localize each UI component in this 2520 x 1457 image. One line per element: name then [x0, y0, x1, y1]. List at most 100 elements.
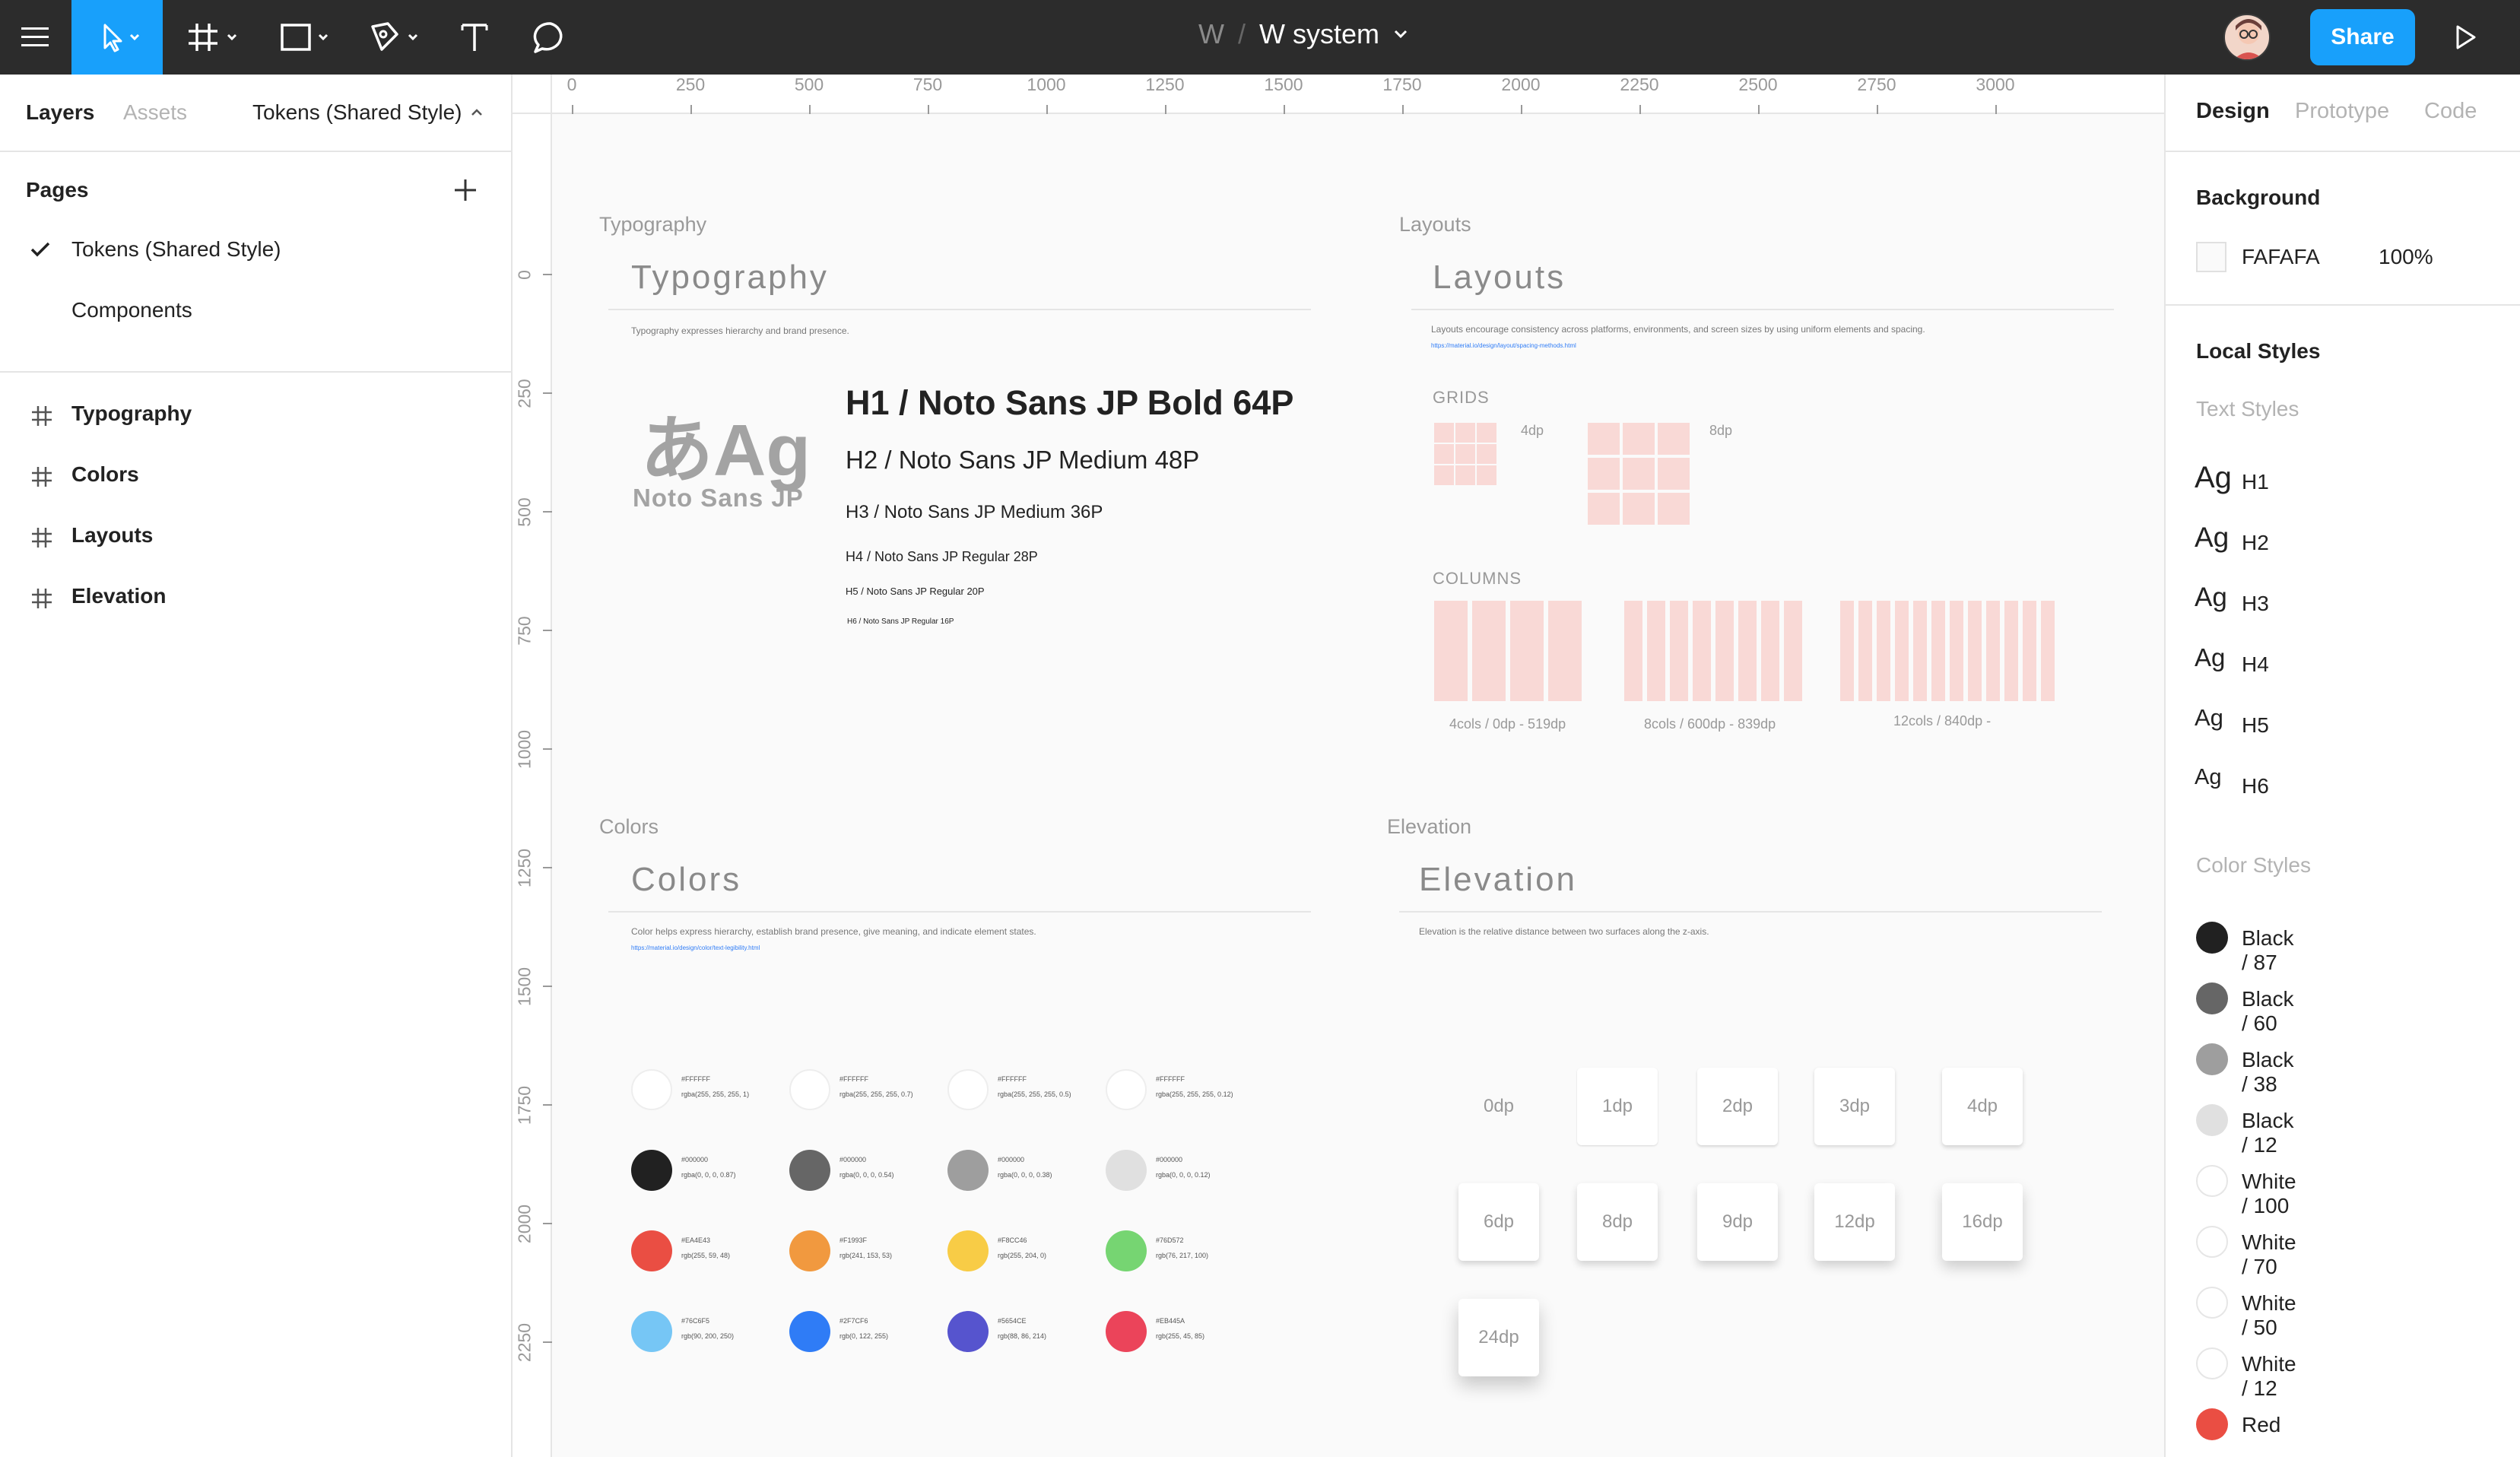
text-tool-button[interactable] — [450, 0, 499, 75]
layer-item-typography[interactable]: Typography — [0, 386, 513, 446]
ruler-label: 1500 — [1264, 75, 1303, 94]
elevation-card[interactable]: 16dp — [1942, 1183, 2023, 1261]
ruler-label: 2500 — [1738, 75, 1778, 94]
column-bar — [1647, 601, 1665, 701]
column-bar — [1472, 601, 1506, 701]
page-selector[interactable]: Tokens (Shared Style) — [252, 100, 483, 125]
text-style-name[interactable]: H6 — [2242, 774, 2269, 798]
canvas[interactable]: 0 250 500 750 1000 1250 1500 1750 2000 2250 2500 27… — [513, 75, 2164, 1457]
color-swatch[interactable] — [1106, 1069, 1147, 1110]
text-style-name[interactable]: H5 — [2242, 713, 2269, 738]
swatch-hex: #000000 — [1156, 1156, 1183, 1163]
color-swatch[interactable] — [947, 1069, 989, 1110]
grid-cell — [1477, 423, 1496, 443]
menu-button[interactable] — [0, 0, 70, 75]
color-swatch[interactable] — [631, 1069, 672, 1110]
present-button[interactable] — [2438, 0, 2493, 75]
type-style-h4: H4 / Noto Sans JP Regular 28P — [846, 549, 1038, 564]
elevation-card[interactable]: 0dp — [1458, 1068, 1539, 1145]
color-swatch[interactable] — [789, 1069, 830, 1110]
background-opacity-input[interactable]: 100% — [2379, 245, 2433, 269]
color-swatch[interactable] — [631, 1150, 672, 1191]
colors-link[interactable]: https://material.io/design/color/text-le… — [631, 944, 760, 951]
ruler-tick — [543, 748, 552, 750]
layer-item-colors[interactable]: Colors — [0, 447, 513, 506]
frame-label-elevation[interactable]: Elevation — [1387, 815, 1471, 839]
horizontal-ruler: 0 250 500 750 1000 1250 1500 1750 2000 2250 2500 27… — [552, 75, 2164, 114]
swatch-value: rgb(255, 59, 48) — [681, 1252, 731, 1259]
color-swatch[interactable] — [631, 1230, 672, 1271]
tab-design[interactable]: Design — [2196, 99, 2270, 124]
page-item-components[interactable]: Components — [0, 283, 513, 342]
add-page-button[interactable] — [450, 175, 481, 205]
text-style-name[interactable]: H1 — [2242, 470, 2269, 494]
layer-label: Layouts — [71, 523, 154, 547]
color-style-name[interactable]: Black / 38 — [2242, 1048, 2293, 1097]
color-style-name[interactable]: White / 100 — [2242, 1170, 2296, 1218]
shape-tool-button[interactable] — [271, 0, 341, 75]
user-avatar[interactable] — [2223, 14, 2271, 61]
page-item-tokens[interactable]: Tokens (Shared Style) — [0, 222, 513, 281]
color-swatch[interactable] — [947, 1230, 989, 1271]
ruler-tick — [1877, 105, 1878, 114]
color-style-name[interactable]: Black / 87 — [2242, 926, 2293, 975]
color-swatch[interactable] — [1106, 1150, 1147, 1191]
font-sample-glyph: あAg — [640, 410, 811, 491]
color-style-swatch — [2196, 1165, 2228, 1197]
pen-tool-button[interactable] — [360, 0, 430, 75]
tab-code[interactable]: Code — [2424, 99, 2477, 124]
background-color-swatch[interactable] — [2196, 242, 2226, 272]
text-style-name[interactable]: H4 — [2242, 652, 2269, 677]
layer-item-elevation[interactable]: Elevation — [0, 569, 513, 628]
frame-label-typography[interactable]: Typography — [599, 213, 706, 236]
file-breadcrumb[interactable]: W / W system — [1198, 18, 1408, 50]
color-swatch[interactable] — [947, 1150, 989, 1191]
color-style-name[interactable]: White / 70 — [2242, 1230, 2296, 1279]
frame-label-layouts[interactable]: Layouts — [1399, 213, 1471, 236]
color-swatch[interactable] — [789, 1230, 830, 1271]
color-style-name[interactable]: Black / 60 — [2242, 987, 2293, 1036]
text-style-name[interactable]: H2 — [2242, 531, 2269, 555]
avatar-illustration-icon — [2234, 19, 2263, 59]
color-swatch[interactable] — [1106, 1230, 1147, 1271]
comment-tool-button[interactable] — [526, 0, 575, 75]
color-style-name[interactable]: Red — [2242, 1413, 2280, 1437]
color-style-name[interactable]: Black / 12 — [2242, 1109, 2293, 1157]
elevation-card[interactable]: 8dp — [1577, 1183, 1658, 1261]
color-swatch[interactable] — [947, 1311, 989, 1352]
elevation-card[interactable]: 6dp — [1458, 1183, 1539, 1261]
color-style-swatch — [2196, 1347, 2228, 1379]
layouts-link[interactable]: https://material.io/design/layout/spacin… — [1431, 342, 1576, 349]
pages-heading: Pages — [26, 178, 89, 202]
font-name: Noto Sans JP — [633, 484, 804, 512]
elevation-card[interactable]: 9dp — [1697, 1183, 1778, 1261]
color-style-name[interactable]: White / 12 — [2242, 1352, 2296, 1401]
color-style-name[interactable]: White / 50 — [2242, 1291, 2296, 1340]
color-swatch[interactable] — [631, 1311, 672, 1352]
elevation-card[interactable]: 24dp — [1458, 1299, 1539, 1376]
background-heading: Background — [2196, 186, 2321, 209]
move-tool-button[interactable] — [71, 0, 163, 75]
tab-layers[interactable]: Layers — [26, 100, 94, 125]
frame-label-colors[interactable]: Colors — [599, 815, 659, 839]
color-swatch[interactable] — [789, 1150, 830, 1191]
text-style-name[interactable]: H3 — [2242, 592, 2269, 616]
color-swatch[interactable] — [789, 1311, 830, 1352]
elevation-card[interactable]: 3dp — [1814, 1068, 1895, 1145]
background-hex-input[interactable]: FAFAFA — [2242, 245, 2320, 269]
column-bar — [1950, 601, 1963, 701]
layer-item-layouts[interactable]: Layouts — [0, 508, 513, 567]
elevation-card[interactable]: 4dp — [1942, 1068, 2023, 1145]
figma-window: W / W system Share Layers Assets Tokens … — [0, 0, 2520, 1457]
text-style-sample: Ag — [2195, 704, 2223, 731]
column-label-4: 4cols / 0dp - 519dp — [1449, 716, 1566, 732]
tab-assets[interactable]: Assets — [123, 100, 187, 125]
share-button[interactable]: Share — [2310, 9, 2415, 65]
tab-prototype[interactable]: Prototype — [2295, 99, 2389, 124]
ruler-label: 1250 — [514, 848, 535, 888]
elevation-card[interactable]: 1dp — [1577, 1068, 1658, 1145]
color-swatch[interactable] — [1106, 1311, 1147, 1352]
frame-tool-button[interactable] — [179, 0, 249, 75]
elevation-card[interactable]: 2dp — [1697, 1068, 1778, 1145]
elevation-card[interactable]: 12dp — [1814, 1183, 1895, 1261]
